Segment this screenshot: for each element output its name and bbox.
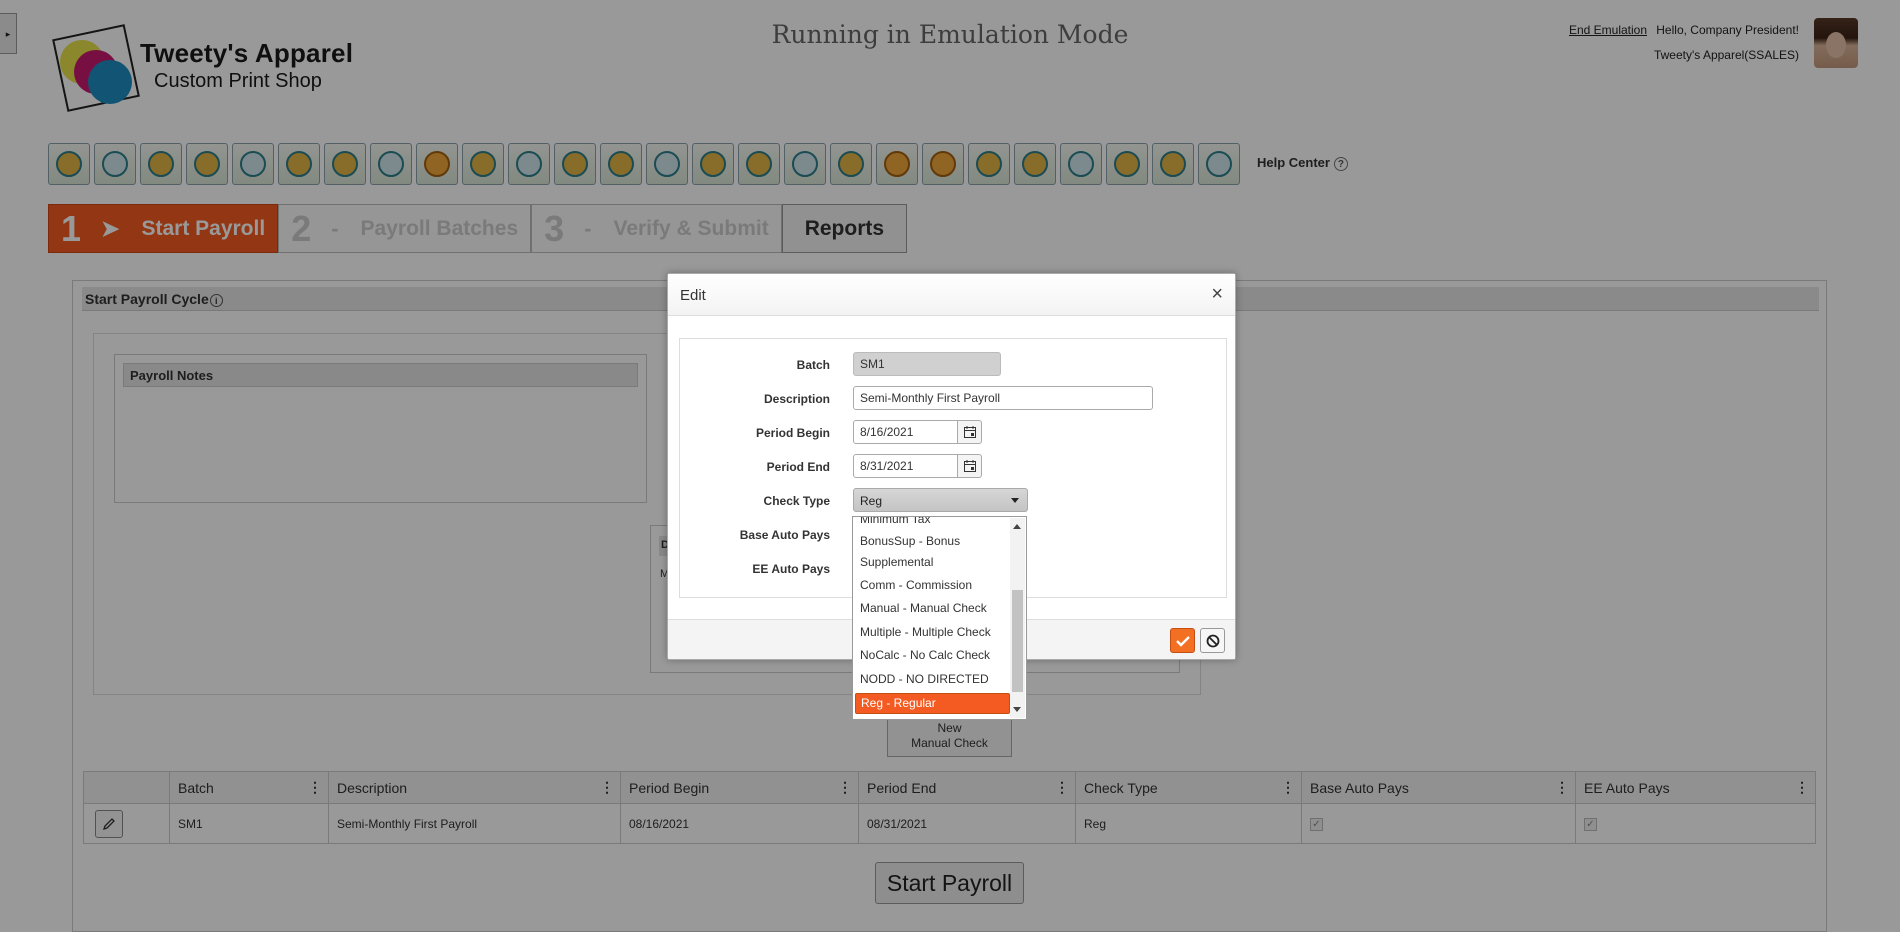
dropdown-option[interactable]: BonusSup - Bonus <box>860 531 1010 552</box>
period-begin-field[interactable] <box>853 420 958 444</box>
dropdown-option[interactable]: NODD - NO DIRECTED <box>860 669 1010 690</box>
period-end-row: Period End <box>680 453 1220 479</box>
scrollbar-thumb[interactable] <box>1012 590 1023 692</box>
dialog-title: Edit <box>680 287 706 304</box>
dropdown-option-cont[interactable]: Supplemental <box>860 552 1010 573</box>
batch-row: Batch <box>680 351 1220 377</box>
calendar-icon <box>963 460 976 472</box>
check-type-row: Check Type Reg <box>680 487 1220 513</box>
ee-auto-pays-label: EE Auto Pays <box>752 562 830 576</box>
dropdown-scrollbar[interactable] <box>1010 518 1025 718</box>
period-end-label: Period End <box>766 460 830 474</box>
period-end-field[interactable] <box>853 454 958 478</box>
dropdown-option[interactable]: Multiple - Multiple Check <box>860 622 1010 643</box>
scroll-up-icon[interactable] <box>1013 524 1021 529</box>
chevron-down-icon <box>1011 498 1019 503</box>
period-begin-row: Period Begin <box>680 419 1220 445</box>
description-row: Description <box>680 385 1220 411</box>
check-type-dropdown[interactable]: Minimum Tax BonusSup - Bonus Supplementa… <box>852 516 1027 720</box>
batch-label: Batch <box>796 358 830 372</box>
check-type-label: Check Type <box>763 494 830 508</box>
period-begin-label: Period Begin <box>755 426 830 440</box>
close-icon[interactable]: × <box>1211 283 1223 306</box>
calendar-icon <box>963 426 976 438</box>
dropdown-option[interactable]: Comm - Commission <box>860 575 1010 596</box>
description-field[interactable] <box>853 386 1153 410</box>
scroll-down-icon[interactable] <box>1013 707 1021 712</box>
calendar-button[interactable] <box>958 454 982 478</box>
checkmark-icon <box>1175 635 1190 647</box>
save-button[interactable] <box>1170 628 1195 653</box>
cancel-button[interactable] <box>1200 628 1225 653</box>
batch-field[interactable] <box>853 352 1001 376</box>
description-label: Description <box>763 392 830 406</box>
check-type-select[interactable]: Reg <box>853 488 1028 512</box>
base-auto-pays-label: Base Auto Pays <box>739 528 830 542</box>
dialog-header: Edit × <box>668 274 1235 316</box>
check-type-value: Reg <box>860 494 883 508</box>
dropdown-option[interactable]: NoCalc - No Calc Check <box>860 645 1010 666</box>
dropdown-option-selected[interactable]: Reg - Regular <box>855 693 1010 714</box>
dropdown-option[interactable]: Minimum Tax <box>860 517 1010 530</box>
dropdown-option[interactable]: Manual - Manual Check <box>860 598 1010 619</box>
calendar-button[interactable] <box>958 420 982 444</box>
cancel-icon <box>1206 634 1219 647</box>
